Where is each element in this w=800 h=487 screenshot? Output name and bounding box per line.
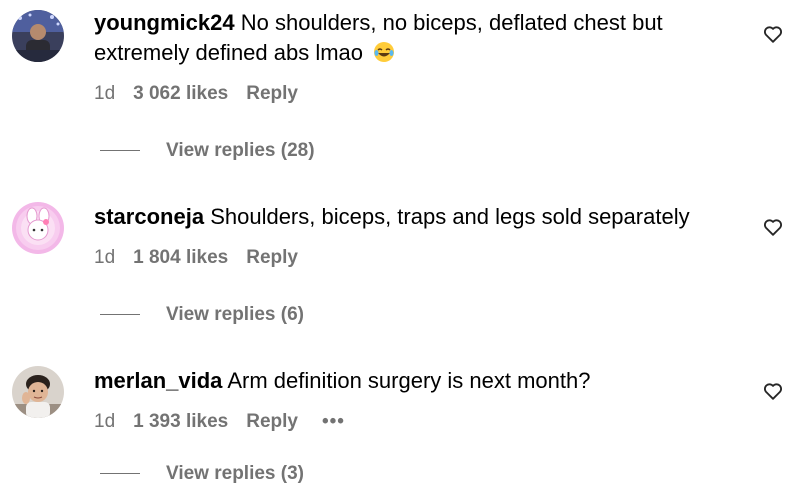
comment-text: youngmick24 No shoulders, no biceps, def… <box>94 8 734 68</box>
comment-username[interactable]: youngmick24 <box>94 10 235 35</box>
view-replies-label: View replies (28) <box>166 140 315 161</box>
comment-meta: 1d 1 393 likes Reply ••• <box>94 409 345 435</box>
avatar-youngmick24[interactable] <box>12 10 64 62</box>
comment-text: merlan_vida Arm definition surgery is ne… <box>94 366 734 396</box>
likes-count[interactable]: 1 804 likes <box>133 245 228 271</box>
view-replies-label: View replies (6) <box>166 304 304 325</box>
likes-count[interactable]: 1 393 likes <box>133 409 228 435</box>
comment-age: 1d <box>94 247 116 268</box>
divider-line <box>100 150 140 152</box>
comment-body: Arm definition surgery is next month? <box>227 368 591 393</box>
comment-text: starconeja Shoulders, biceps, traps and … <box>94 202 734 232</box>
comment-body: Shoulders, biceps, traps and legs sold s… <box>210 204 690 229</box>
face-with-tears-of-joy-emoji <box>373 41 395 63</box>
heart-outline-icon[interactable] <box>762 216 784 238</box>
avatar-merlan-vida[interactable] <box>12 366 64 418</box>
likes-count[interactable]: 3 062 likes <box>133 81 228 107</box>
divider-line <box>100 314 140 316</box>
reply-button[interactable]: Reply <box>246 245 298 271</box>
view-replies-button[interactable]: View replies (3) <box>100 461 304 487</box>
comment-meta: 1d 3 062 likes Reply <box>94 81 298 107</box>
more-options-icon[interactable]: ••• <box>322 409 345 435</box>
comment-age: 1d <box>94 83 116 104</box>
reply-button[interactable]: Reply <box>246 81 298 107</box>
comment-age: 1d <box>94 411 116 432</box>
comment-username[interactable]: merlan_vida <box>94 368 222 393</box>
comment-username[interactable]: starconeja <box>94 204 204 229</box>
heart-outline-icon[interactable] <box>762 23 784 45</box>
view-replies-button[interactable]: View replies (6) <box>100 302 304 328</box>
reply-button[interactable]: Reply <box>246 409 298 435</box>
view-replies-button[interactable]: View replies (28) <box>100 138 315 164</box>
avatar-starconeja[interactable] <box>12 202 64 254</box>
comment-meta: 1d 1 804 likes Reply <box>94 245 298 271</box>
heart-outline-icon[interactable] <box>762 380 784 402</box>
